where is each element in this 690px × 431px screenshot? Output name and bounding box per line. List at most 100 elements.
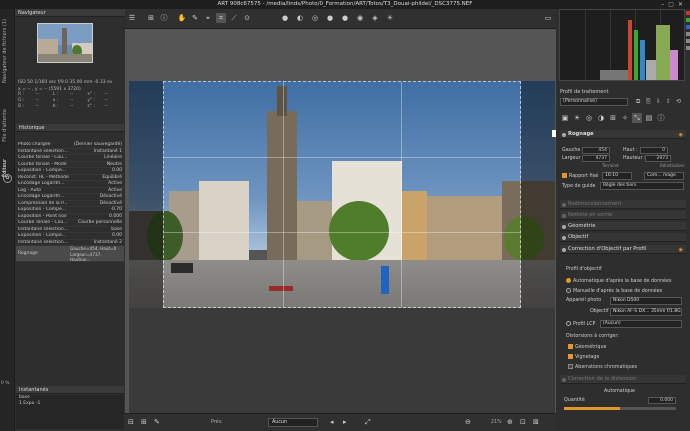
lens-section-header[interactable]: Objectif [560,233,686,242]
next-image-icon[interactable]: ▸ [343,418,347,426]
orientation-select[interactable]: Com... mage [644,172,684,180]
lens-select[interactable]: Nikon AF-S DX... 35mm f/1.8G [610,308,682,316]
tab-favorites-icon[interactable]: ▣ [560,113,570,123]
manual-db-radio[interactable]: Manuelle d'après la base de données [566,288,662,294]
navigator-header[interactable]: Navigateur [15,9,125,17]
luminance-icon[interactable]: ◉ [355,13,365,23]
geometry-section-header[interactable]: Géométrie [560,222,686,231]
crop-reset-button[interactable]: Réinitialiser [660,163,684,168]
fixed-ratio-checkbox[interactable]: Rapport fixé [562,173,598,180]
auto-distortion-button[interactable]: Automatique [604,389,635,394]
crop-section-header[interactable]: Rognage ◉ [560,130,686,139]
panel-toggle-icon[interactable]: ▭ [543,13,553,23]
camera-select[interactable]: Nikon D500 [610,297,682,305]
resize-section-header[interactable]: Redimensionnement [560,200,686,209]
tab-raw-icon[interactable]: ▤ [644,113,654,123]
bottom-toolbar: ⊟ ⊞ ✎ Prév. Aucun ◂ ▸ ⤢ ⊖ 21% ⊕ ⊡ ⊠ [125,413,556,431]
chromatic-checkbox[interactable]: Aberrations chromatiques [568,364,637,370]
crop-top-input[interactable]: 0 [640,147,668,154]
lcp-select[interactable]: (Aucun) [600,320,682,328]
channel-blue-icon[interactable]: ● [340,13,350,23]
auto-db-radio[interactable]: Automatique d'après la base de données [566,278,671,284]
straighten-icon[interactable]: ⟋ [229,13,239,23]
zoom-fit-icon[interactable]: ⊡ [520,418,526,426]
guide-type-select[interactable]: Règle des tiers [600,182,684,190]
tab-detail-icon[interactable]: ◎ [584,113,594,123]
reset-icon[interactable]: ⟲ [676,98,681,105]
prev-image-icon[interactable]: ◂ [330,418,334,426]
save-icon[interactable]: ⊟ [128,418,134,426]
profile-select[interactable]: (Personnalisé) [560,98,628,106]
lcp-radio[interactable]: Profil LCP [566,321,595,327]
tab-effects-icon[interactable]: ✧ [620,113,630,123]
history-item-value: Désactivé [99,194,122,199]
lens-profile-section-header[interactable]: Correction d'Objectif par Profil ◉ [560,245,686,254]
crop-tool-icon[interactable]: ⌗ [216,13,226,23]
white-balance-icon[interactable]: ✎ [190,13,200,23]
channel-red-icon[interactable]: ● [280,13,290,23]
distortion-section-header[interactable]: Correction de la distorsion [560,375,686,384]
zoom-select[interactable]: Aucun [268,418,318,427]
fullscreen-icon[interactable]: ⤢ [365,418,371,427]
history-item-selected[interactable]: Rognage Gauche=454, Haut=0 Largeur=4737, … [16,246,124,262]
history-item-value: 0.00 [111,168,122,173]
ratio-select[interactable]: 16:10 [602,172,632,180]
tab-file-browser[interactable]: Navigateur de fichiers (1) [2,19,8,83]
navigator-thumbnail[interactable] [37,23,93,63]
history-item-value: 0.00 [111,233,122,238]
vignetting-checkbox[interactable]: Vignetage [568,354,599,360]
history-item-value: Active [108,187,122,193]
image-canvas[interactable] [125,29,556,413]
pan-tool-icon[interactable]: ✋ [177,13,187,23]
geometric-checkbox[interactable]: Géométrique [568,344,606,350]
preview-icon[interactable]: ⊞ [146,13,156,23]
quantity-slider[interactable] [564,407,676,410]
color-picker-icon[interactable]: ⌖ [203,13,213,23]
output-sharpening-section-header[interactable]: Netteté en sortie [560,211,686,220]
quantity-input[interactable]: 0.000 [648,397,676,404]
hand-icon[interactable]: ☰ [127,13,137,23]
crop-left-input[interactable]: 454 [582,147,610,154]
queue-icon[interactable]: ⊞ [141,418,147,426]
window-controls[interactable]: –▢✕ [661,0,687,9]
history-item-label: Reconst. HL - Méthode [18,174,69,180]
paste-icon[interactable]: ⎘ [646,98,651,106]
info-icon[interactable]: ⓘ [159,13,169,23]
zoom-in-icon[interactable]: ⊕ [507,418,513,426]
highlight-icon[interactable]: ☀ [385,13,395,23]
crop-done-button[interactable]: Terminé [602,163,619,168]
camera-label: Appareil photo [566,298,602,303]
tab-queue[interactable]: File d'attente [2,109,8,142]
snapshot-item[interactable]: 1 Expo -1 [16,401,124,407]
snapshots-header[interactable]: Instantanés [16,386,124,394]
history-item-label: Encodage Logarith... [18,194,65,199]
copy-icon[interactable]: ⧉ [636,98,640,106]
tab-exposure-icon[interactable]: ☀ [572,113,582,123]
save-profile-icon[interactable]: ⇧ [666,98,671,105]
external-editor-icon[interactable]: ✎ [154,418,160,426]
distortions-label: Distorsions à corriger: [566,334,619,339]
tab-metadata-icon[interactable]: ⓘ [656,113,666,123]
clipping-icon[interactable]: ◈ [370,13,380,23]
zoom-out-icon[interactable]: ⊖ [465,418,471,426]
tab-color-icon[interactable]: ◑ [596,113,606,123]
focus-mask-icon[interactable]: ◎ [310,13,320,23]
crop-frame[interactable] [163,81,521,308]
history-item-value: Désactivé [99,200,122,206]
histogram-toggles[interactable] [686,11,690,79]
crop-height-input[interactable]: 2973 [645,155,671,162]
load-icon[interactable]: ⇩ [656,98,661,105]
tab-local-icon[interactable]: ⊞ [608,113,618,123]
history-header[interactable]: Historique [16,124,124,132]
channel-green-icon[interactable]: ● [325,13,335,23]
zoom-100-icon[interactable]: ⊠ [533,418,539,426]
history-item-value: Neutre [106,161,122,167]
history-item-value: Instantané 1 [93,148,122,154]
histogram[interactable] [559,9,685,81]
spot-tool-icon[interactable]: ⊙ [242,13,252,23]
before-after-icon[interactable]: ◐ [295,13,305,23]
crop-width-input[interactable]: 4737 [582,155,610,162]
history-item-value: Equilibré [102,174,122,180]
window-title: ART 908c67575 - /media/linds/Photo/0_For… [217,1,473,7]
tab-transform-icon[interactable]: ⤡ [632,113,642,123]
